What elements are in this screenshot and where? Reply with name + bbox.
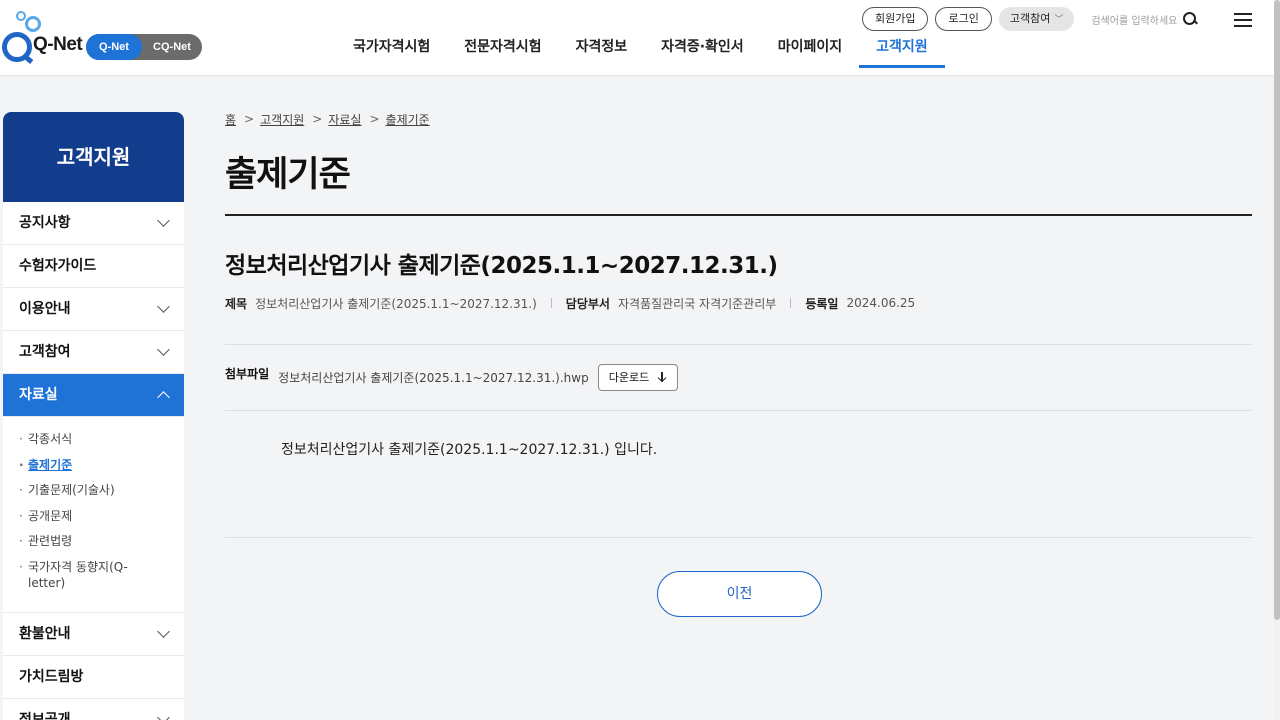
chevron-down-icon: ﹀ [1054, 15, 1064, 25]
sidebar-item-label: 자료실 [19, 387, 58, 403]
sidebar-item-resources[interactable]: 자료실 [3, 374, 184, 417]
meta-divider [550, 298, 552, 308]
nav-mypage[interactable]: 마이페이지 [761, 30, 859, 72]
meta-dept-value: 자격품질관리국 자격기준관리부 [617, 296, 777, 311]
section-divider [225, 410, 1252, 411]
nav-customer-support[interactable]: 고객지원 [859, 30, 945, 72]
section-divider [225, 537, 1252, 538]
submenu-item-public-questions[interactable]: 공개문제 [19, 508, 184, 524]
nav-professional-exam[interactable]: 전문자격시험 [447, 30, 558, 72]
net-toggle: Q-Net CQ-Net [86, 34, 202, 60]
section-divider [225, 344, 1252, 345]
sidebar-item-label: 가치드림방 [19, 669, 84, 685]
meta-date-value: 2024.06.25 [846, 296, 916, 310]
breadcrumb-exam-criteria[interactable]: 출제기준 [386, 111, 430, 128]
sidebar-item-label: 환불안내 [19, 626, 71, 642]
qnet-logo[interactable]: Q-Net [2, 10, 86, 62]
post-title: 정보처리산업기사 출제기준(2025.1.1~2027.12.31.) [225, 253, 778, 279]
post-meta: 제목 정보처리산업기사 출제기준(2025.1.1~2027.12.31.) 담… [225, 294, 1252, 312]
main-content: 홈 > 고객지원 > 자료실 > 출제기준 출제기준 정보처리산업기사 출제기준… [225, 108, 1252, 617]
breadcrumb-separator-icon: > [312, 112, 323, 126]
nav-qualification-info[interactable]: 자격정보 [559, 30, 645, 72]
logo-q-mark [2, 32, 32, 62]
prev-button[interactable]: 이전 [657, 571, 822, 617]
sidebar: 고객지원 공지사항 수험자가이드 이용안내 고객참여 자료실 각종서식 출제기준… [3, 112, 184, 720]
login-button[interactable]: 로그인 [935, 7, 992, 31]
sidebar-item-label: 정보공개 [19, 712, 71, 720]
search-input[interactable]: 검색어를 입력하세요 [1091, 12, 1177, 27]
submenu-item-forms[interactable]: 각종서식 [19, 431, 184, 447]
breadcrumb-resources[interactable]: 자료실 [328, 111, 361, 128]
download-icon [657, 371, 667, 383]
attachment-filename[interactable]: 정보처리산업기사 출제기준(2025.1.1~2027.12.31.).hwp [278, 369, 589, 386]
sidebar-item-label: 이용안내 [19, 301, 71, 317]
attachment-row: 첨부파일 정보처리산업기사 출제기준(2025.1.1~2027.12.31.)… [225, 363, 1252, 391]
main-nav: 국가자격시험 전문자격시험 자격정보 자격증·확인서 마이페이지 고객지원 [336, 30, 945, 72]
chevron-down-icon [157, 711, 170, 720]
sidebar-item-label: 공지사항 [19, 215, 71, 231]
resources-submenu: 각종서식 출제기준 기출문제(기술사) 공개문제 관련법령 국가자격 동향지(Q… [3, 417, 184, 613]
customer-participation-label: 고객참여 [1009, 12, 1051, 25]
meta-divider [790, 298, 792, 308]
chevron-up-icon [157, 391, 170, 404]
cqnet-toggle-option[interactable]: CQ-Net [142, 34, 202, 60]
sidebar-item-label: 고객참여 [19, 344, 71, 360]
sidebar-item-info-disclosure[interactable]: 정보공개 [3, 699, 184, 720]
chevron-down-icon [157, 300, 170, 313]
nav-national-exam[interactable]: 국가자격시험 [336, 30, 447, 72]
sidebar-item-label: 수험자가이드 [19, 258, 97, 274]
meta-date-label: 등록일 [805, 296, 839, 311]
submenu-item-past-exams[interactable]: 기출문제(기술사) [19, 482, 184, 498]
sidebar-item-usage-guide[interactable]: 이용안내 [3, 288, 184, 331]
breadcrumb-separator-icon: > [244, 112, 255, 126]
scrollbar-thumb[interactable] [1274, 0, 1280, 620]
logo-text: Q-Net [33, 34, 83, 55]
submenu-item-related-laws[interactable]: 관련법령 [19, 533, 184, 549]
breadcrumb: 홈 > 고객지원 > 자료실 > 출제기준 [225, 108, 1252, 130]
sidebar-item-customer-participation[interactable]: 고객참여 [3, 331, 184, 374]
meta-dept-label: 담당부서 [565, 296, 610, 311]
page-scrollbar[interactable] [1274, 0, 1280, 720]
sidebar-item-candidate-guide[interactable]: 수험자가이드 [3, 245, 184, 288]
meta-subject-label: 제목 [225, 296, 248, 311]
logo-circles-icon [16, 10, 46, 32]
chevron-down-icon [157, 343, 170, 356]
sidebar-item-value-dream-room[interactable]: 가치드림방 [3, 656, 184, 699]
search-icon[interactable] [1183, 12, 1197, 26]
signup-button[interactable]: 회원가입 [862, 7, 929, 31]
breadcrumb-home[interactable]: 홈 [225, 111, 236, 128]
chevron-down-icon [157, 625, 170, 638]
nav-certificate[interactable]: 자격증·확인서 [644, 30, 761, 72]
post-body: 정보처리산업기사 출제기준(2025.1.1~2027.12.31.) 입니다. [281, 442, 658, 458]
breadcrumb-separator-icon: > [369, 112, 380, 126]
hamburger-menu-icon[interactable] [1234, 13, 1252, 27]
download-button[interactable]: 다운로드 [597, 363, 679, 391]
sidebar-title: 고객지원 [3, 112, 184, 202]
title-divider [225, 214, 1252, 216]
customer-participation-dropdown[interactable]: 고객참여 ﹀ [998, 7, 1075, 31]
chevron-down-icon [157, 214, 170, 227]
breadcrumb-customer-support[interactable]: 고객지원 [260, 111, 304, 128]
utility-bar: 회원가입 로그인 고객참여 ﹀ 검색어를 입력하세요 [862, 7, 1197, 31]
sidebar-item-refund[interactable]: 환불안내 [3, 613, 184, 656]
attachment-label: 첨부파일 [225, 367, 270, 381]
qnet-toggle-option[interactable]: Q-Net [86, 34, 142, 60]
sidebar-item-notice[interactable]: 공지사항 [3, 202, 184, 245]
submenu-item-q-letter[interactable]: 국가자격 동향지(Q-letter) [19, 559, 149, 591]
prev-button-wrap: 이전 [225, 571, 1252, 617]
site-header: Q-Net Q-Net CQ-Net 국가자격시험 전문자격시험 자격정보 자격… [0, 0, 1274, 76]
page-title: 출제기준 [225, 155, 351, 195]
submenu-item-exam-criteria[interactable]: 출제기준 [19, 457, 184, 473]
meta-subject-value: 정보처리산업기사 출제기준(2025.1.1~2027.12.31.) [255, 296, 537, 311]
download-label: 다운로드 [608, 371, 650, 384]
